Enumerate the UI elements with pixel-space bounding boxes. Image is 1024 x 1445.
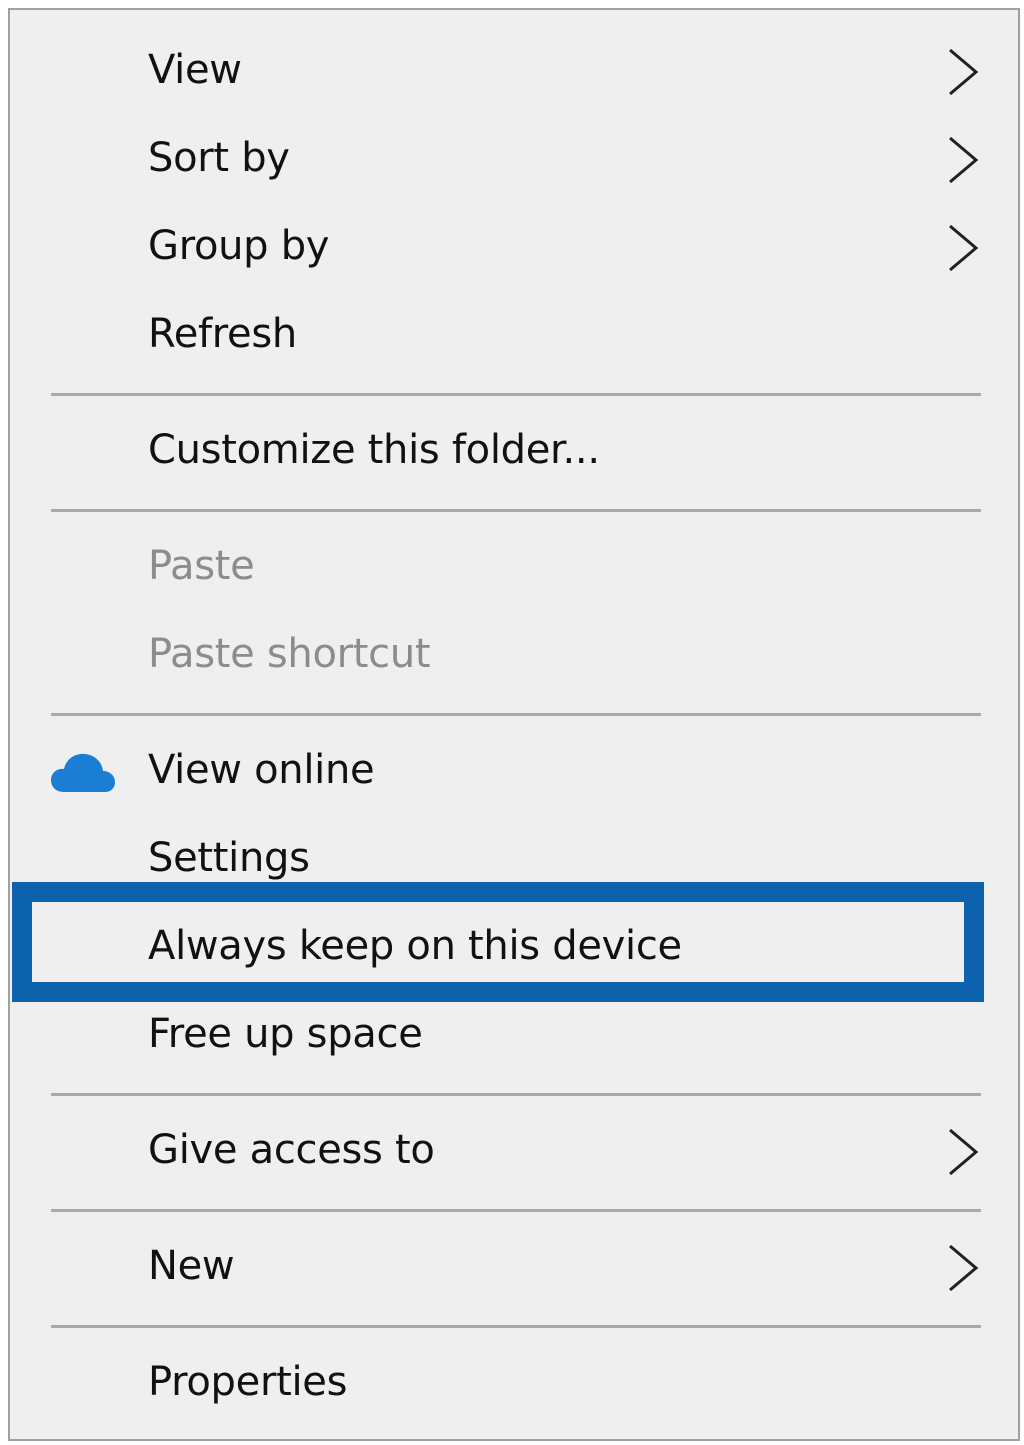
- menu-separator: [51, 1325, 981, 1328]
- onedrive-cloud-icon: [51, 753, 115, 792]
- chevron-right-icon: [949, 1128, 979, 1176]
- chevron-right-icon: [949, 136, 979, 184]
- menu-item-properties[interactable]: Properties: [10, 1340, 1018, 1428]
- menu-item-group-by[interactable]: Group by: [10, 204, 1018, 292]
- menu-item-always-keep-on-device[interactable]: Always keep on this device: [10, 904, 1018, 992]
- menu-separator: [51, 1209, 981, 1212]
- menu-item-new[interactable]: New: [10, 1224, 1018, 1312]
- chevron-right-icon: [949, 224, 979, 272]
- menu-item-label: Paste shortcut: [148, 631, 431, 678]
- menu-item-customize-folder[interactable]: Customize this folder...: [10, 408, 1018, 496]
- menu-item-view[interactable]: View: [10, 28, 1018, 116]
- menu-separator: [51, 713, 981, 716]
- menu-item-give-access-to[interactable]: Give access to: [10, 1108, 1018, 1196]
- chevron-right-icon: [949, 48, 979, 96]
- menu-item-label: Settings: [148, 835, 310, 882]
- menu-item-label: View: [148, 47, 242, 94]
- context-menu: View Sort by Group by Refresh Customize …: [8, 8, 1020, 1441]
- menu-item-label: Refresh: [148, 311, 297, 358]
- menu-item-settings[interactable]: Settings: [10, 816, 1018, 904]
- menu-item-sort-by[interactable]: Sort by: [10, 116, 1018, 204]
- menu-item-label: Group by: [148, 223, 330, 270]
- menu-item-label: New: [148, 1243, 235, 1290]
- chevron-right-icon: [949, 1244, 979, 1292]
- menu-separator: [51, 509, 981, 512]
- menu-item-view-online[interactable]: View online: [10, 728, 1018, 816]
- menu-item-label: Free up space: [148, 1011, 423, 1058]
- menu-item-label: Properties: [148, 1359, 348, 1406]
- menu-item-paste: Paste: [10, 524, 1018, 612]
- menu-item-label: Customize this folder...: [148, 427, 600, 474]
- menu-item-paste-shortcut: Paste shortcut: [10, 612, 1018, 700]
- menu-item-label: Always keep on this device: [148, 923, 682, 970]
- menu-separator: [51, 393, 981, 396]
- menu-item-label: Give access to: [148, 1127, 435, 1174]
- menu-item-label: Paste: [148, 543, 255, 590]
- menu-item-free-up-space[interactable]: Free up space: [10, 992, 1018, 1080]
- menu-item-refresh[interactable]: Refresh: [10, 292, 1018, 380]
- menu-item-label: View online: [148, 747, 375, 794]
- menu-separator: [51, 1093, 981, 1096]
- menu-item-label: Sort by: [148, 135, 290, 182]
